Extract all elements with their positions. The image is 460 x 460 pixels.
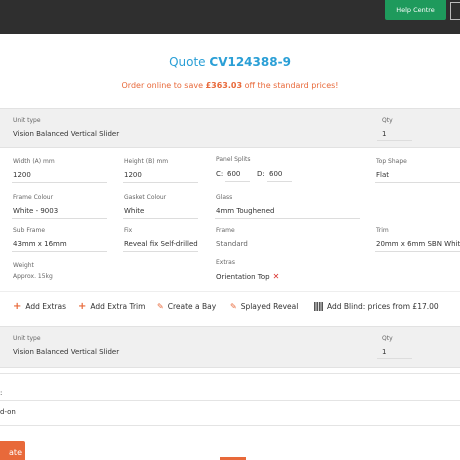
edit-icon: ✎	[230, 302, 237, 311]
unit-type-value: Vision Balanced Vertical Slider	[13, 348, 120, 356]
top-shape-value[interactable]: Flat	[376, 171, 389, 179]
sub-frame-value[interactable]: 43mm x 16mm	[13, 240, 67, 248]
edit-icon: ✎	[157, 302, 164, 311]
qty-label: Qty	[382, 335, 393, 342]
page-title: Quote CV124388-9	[0, 55, 460, 69]
fix-label: Fix	[124, 227, 133, 234]
gasket-colour-value[interactable]: White	[124, 207, 144, 215]
divider	[0, 400, 460, 401]
top-bar: Help Centre	[0, 0, 460, 34]
partial-addon-text: d-on	[0, 408, 16, 416]
weight-label: Weight	[13, 262, 34, 269]
split-c-value[interactable]: 600	[227, 170, 240, 178]
account-button[interactable]	[450, 2, 460, 20]
qty-value[interactable]: 1	[382, 348, 386, 356]
help-centre-button[interactable]: Help Centre	[385, 0, 446, 20]
add-extras-button[interactable]: + Add Extras	[13, 301, 66, 312]
item-details: Width (A) mm 1200 Height (B) mm 1200 Pan…	[0, 148, 460, 288]
divider	[0, 373, 460, 374]
promo-before: Order online to save	[121, 81, 204, 90]
sub-frame-label: Sub Frame	[13, 227, 46, 234]
plus-icon: +	[13, 301, 22, 312]
fix-value[interactable]: Reveal fix Self-drilled	[124, 240, 198, 248]
trim-value[interactable]: 20mm x 6mm SBN White	[376, 240, 460, 248]
partial-label: :	[0, 389, 3, 397]
update-button[interactable]: ate	[0, 441, 25, 460]
panel-splits-label: Panel Splits	[216, 156, 251, 163]
height-value[interactable]: 1200	[124, 171, 142, 179]
extras-tag: Orientation Top ✕	[216, 272, 279, 281]
glass-value[interactable]: 4mm Toughened	[216, 207, 275, 215]
split-d-label: D:	[257, 170, 265, 178]
add-blind-button[interactable]: Add Blind: prices from £17.00	[314, 302, 439, 311]
unit-type-label: Unit type	[13, 335, 41, 342]
extras-label: Extras	[216, 259, 235, 266]
frame-colour-label: Frame Colour	[13, 194, 54, 201]
frame-colour-value[interactable]: White - 9003	[13, 207, 58, 215]
item-actions: + Add Extras + Add Extra Trim ✎ Create a…	[0, 291, 460, 321]
height-label: Height (B) mm	[124, 158, 169, 165]
frame-label: Frame	[216, 227, 235, 234]
add-extra-trim-button[interactable]: + Add Extra Trim	[78, 301, 145, 312]
unit-type-label: Unit type	[13, 117, 41, 124]
gasket-colour-label: Gasket Colour	[124, 194, 167, 201]
blind-icon	[314, 302, 323, 311]
plus-icon: +	[78, 301, 87, 312]
qty-underline	[377, 358, 412, 359]
top-shape-label: Top Shape	[376, 158, 407, 165]
weight-value: Approx. 15kg	[13, 273, 53, 280]
trim-label: Trim	[376, 227, 389, 234]
width-label: Width (A) mm	[13, 158, 55, 165]
split-d-value[interactable]: 600	[269, 170, 282, 178]
promo-message: Order online to save £363.03 off the sta…	[0, 81, 460, 90]
extras-value: Orientation Top	[216, 272, 270, 281]
split-c-label: C:	[216, 170, 224, 178]
splayed-reveal-button[interactable]: ✎ Splayed Reveal	[230, 302, 298, 311]
frame-value: Standard	[216, 240, 248, 248]
qty-underline	[377, 140, 412, 141]
divider	[0, 425, 460, 426]
width-value[interactable]: 1200	[13, 171, 31, 179]
qty-value[interactable]: 1	[382, 130, 386, 138]
promo-amount: £363.03	[205, 81, 243, 90]
item-header-2: Unit type Vision Balanced Vertical Slide…	[0, 326, 460, 368]
quote-prefix: Quote	[169, 55, 206, 69]
promo-after: off the standard prices!	[244, 81, 339, 90]
glass-label: Glass	[216, 194, 233, 201]
item-header: Unit type Vision Balanced Vertical Slide…	[0, 108, 460, 148]
quote-number: CV124388-9	[209, 55, 291, 69]
create-bay-button[interactable]: ✎ Create a Bay	[157, 302, 216, 311]
unit-type-value: Vision Balanced Vertical Slider	[13, 130, 120, 138]
qty-label: Qty	[382, 117, 393, 124]
remove-extra-icon[interactable]: ✕	[273, 272, 280, 281]
